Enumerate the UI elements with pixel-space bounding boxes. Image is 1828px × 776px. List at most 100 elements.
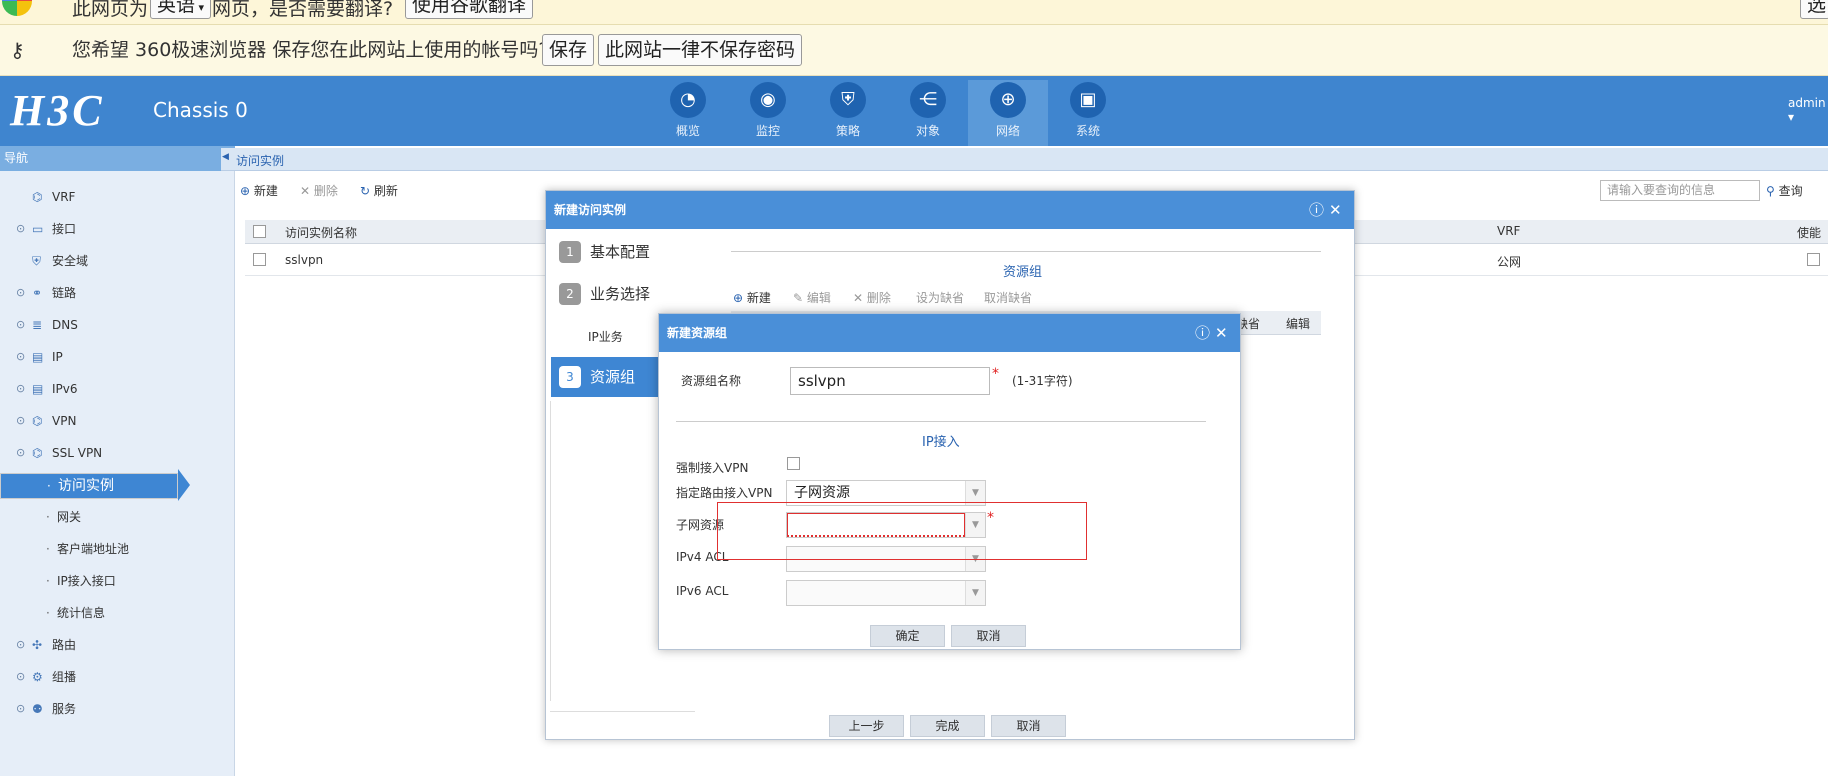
expand-icon[interactable]: ⊙ [16, 281, 25, 305]
language-select[interactable]: 英语 ▾ [150, 0, 212, 19]
sidebar-item[interactable]: ⊙ ▭ 接口 [0, 217, 235, 241]
delete-button[interactable]: ✕ 删除 [300, 182, 338, 199]
step-basic[interactable]: 1 基本配置 [551, 232, 696, 272]
help-icon[interactable]: ⓘ [1309, 202, 1324, 218]
dropdown-icon: ▾ [195, 1, 205, 14]
share-icon: ⋲ [910, 82, 946, 118]
nav-gauge[interactable]: ◔ 概览 [648, 80, 728, 146]
close-icon[interactable]: ✕ [1215, 325, 1228, 341]
set-default-button[interactable]: 设为缺省 [916, 289, 964, 306]
item-icon: ⌬ [32, 446, 43, 460]
search-input[interactable]: 请输入要查询的信息 [1600, 180, 1760, 201]
sidebar-item-label: IPv6 [52, 382, 78, 396]
cancel-default-button[interactable]: 取消缺省 [984, 289, 1032, 306]
row-checkbox[interactable] [253, 253, 266, 266]
item-icon: ⌬ [32, 414, 43, 428]
nav-label: 监控 [755, 124, 780, 138]
sidebar-item[interactable]: ⊙ ▤ IPv6 [0, 377, 235, 401]
sidebar-item-label: 服务 [52, 702, 77, 716]
sidebar-item[interactable]: ⊙ ▤ IP [0, 345, 235, 369]
help-icon[interactable]: ⓘ [1195, 325, 1210, 341]
sidebar-item[interactable]: · 统计信息 [0, 601, 235, 625]
expand-icon[interactable]: ⊙ [16, 697, 25, 721]
translate-button[interactable]: 使用谷歌翻译 [405, 0, 534, 19]
nav-monitor[interactable]: ▣ 系统 [1048, 80, 1128, 146]
sidebar-item[interactable]: ⊙ ⚭ 链路 [0, 281, 235, 305]
sidebar-item[interactable]: ⊙ ⌬ VPN [0, 409, 235, 433]
sidebar-item-label: 客户端地址池 [57, 542, 130, 556]
section-line [676, 421, 1206, 422]
camera-icon: ◉ [750, 82, 786, 118]
item-icon: ✣ [32, 638, 43, 652]
expand-icon[interactable]: ⊙ [16, 665, 25, 689]
sidebar-item-label: 接口 [52, 222, 77, 236]
sidebar-item[interactable]: ⌬ VRF [0, 185, 235, 209]
close-icon[interactable]: ✕ [1329, 202, 1342, 218]
sidebar-item[interactable]: · 网关 [0, 505, 235, 529]
sidebar-item-label: 网关 [57, 510, 82, 524]
translate-right-button[interactable]: 选 [1800, 0, 1828, 19]
ok-button[interactable]: 确定 [870, 625, 945, 647]
name-hint: (1-31字符) [1012, 374, 1073, 388]
search-button[interactable]: ⚲ 查询 [1766, 182, 1803, 199]
refresh-button[interactable]: ↻ 刷新 [360, 182, 398, 199]
sidebar-item[interactable]: ⊙ ✣ 路由 [0, 633, 235, 657]
expand-icon[interactable]: ⊙ [16, 345, 25, 369]
key-icon: ⚷ [10, 38, 25, 62]
required-mark: * [992, 366, 999, 382]
steps-bottom-line [550, 711, 695, 712]
sidebar-item[interactable]: ⊙ ⚙ 组播 [0, 665, 235, 689]
expand-icon[interactable]: ⊙ [16, 313, 25, 337]
nav-label: 策略 [835, 124, 860, 138]
save-password-button[interactable]: 保存 [542, 34, 595, 66]
expand-icon[interactable]: ⊙ [16, 377, 25, 401]
device-name: Chassis 0 [153, 98, 248, 122]
column-edit: 编辑 [1286, 317, 1311, 331]
cancel-button[interactable]: 取消 [991, 715, 1066, 737]
sidebar-item-label: IP接入接口 [57, 574, 116, 588]
step-service[interactable]: 2 业务选择 [551, 274, 696, 314]
row-enable-checkbox[interactable] [1807, 253, 1820, 266]
shield-icon: ⛨ [830, 82, 866, 118]
expand-icon[interactable]: ⊙ [16, 441, 25, 465]
item-icon: ▤ [32, 350, 44, 364]
item-icon: ⚙ [32, 670, 43, 684]
step-ip-service[interactable]: IP业务 [588, 328, 623, 345]
cancel-button[interactable]: 取消 [951, 625, 1026, 647]
name-input[interactable]: sslvpn [790, 367, 990, 395]
finish-button[interactable]: 完成 [910, 715, 985, 737]
nav-globe[interactable]: ⊕ 网络 [968, 80, 1048, 146]
new-button[interactable]: ⊕ 新建 [240, 182, 278, 199]
sidebar-item[interactable]: ⊙ ⚉ 服务 [0, 697, 235, 721]
highlight-box [717, 502, 1087, 560]
prev-button[interactable]: 上一步 [829, 715, 904, 737]
expand-icon[interactable]: ⊙ [16, 633, 25, 657]
rg-new-button[interactable]: ⊕ 新建 [733, 289, 771, 306]
collapse-sidebar-icon[interactable]: ◀ [222, 152, 229, 162]
ipv6-acl-select[interactable]: ▼ [786, 580, 986, 606]
monitor-icon: ▣ [1070, 82, 1106, 118]
rg-edit-button[interactable]: ✎ 编辑 [793, 289, 831, 306]
expand-icon[interactable]: ⊙ [16, 217, 25, 241]
user-menu[interactable]: admin ▾ [1788, 96, 1828, 124]
sidebar-item-label: 安全域 [52, 254, 89, 268]
nav-label: 对象 [915, 124, 940, 138]
sidebar-item[interactable]: ⛨ 安全域 [0, 249, 235, 273]
force-vpn-checkbox[interactable] [787, 457, 800, 470]
sidebar-item[interactable]: · 访问实例 [0, 473, 178, 499]
nav-label: 网络 [995, 124, 1020, 138]
nav-share[interactable]: ⋲ 对象 [888, 80, 968, 146]
sidebar-item[interactable]: · 客户端地址池 [0, 537, 235, 561]
sidebar-item[interactable]: ⊙ ⌬ SSL VPN [0, 441, 235, 465]
never-save-button[interactable]: 此网站一律不保存密码 [598, 34, 803, 66]
expand-icon[interactable]: ⊙ [16, 409, 25, 433]
sidebar-item[interactable]: · IP接入接口 [0, 569, 235, 593]
nav-shield[interactable]: ⛨ 策略 [808, 80, 888, 146]
sidebar-item-label: 组播 [52, 670, 77, 684]
chevron-down-icon: ▼ [965, 581, 985, 605]
name-label: 资源组名称 [681, 374, 742, 388]
rg-delete-button[interactable]: ✕ 删除 [853, 289, 891, 306]
nav-camera[interactable]: ◉ 监控 [728, 80, 808, 146]
select-all-checkbox[interactable] [253, 225, 266, 238]
sidebar-item[interactable]: ⊙ ≣ DNS [0, 313, 235, 337]
